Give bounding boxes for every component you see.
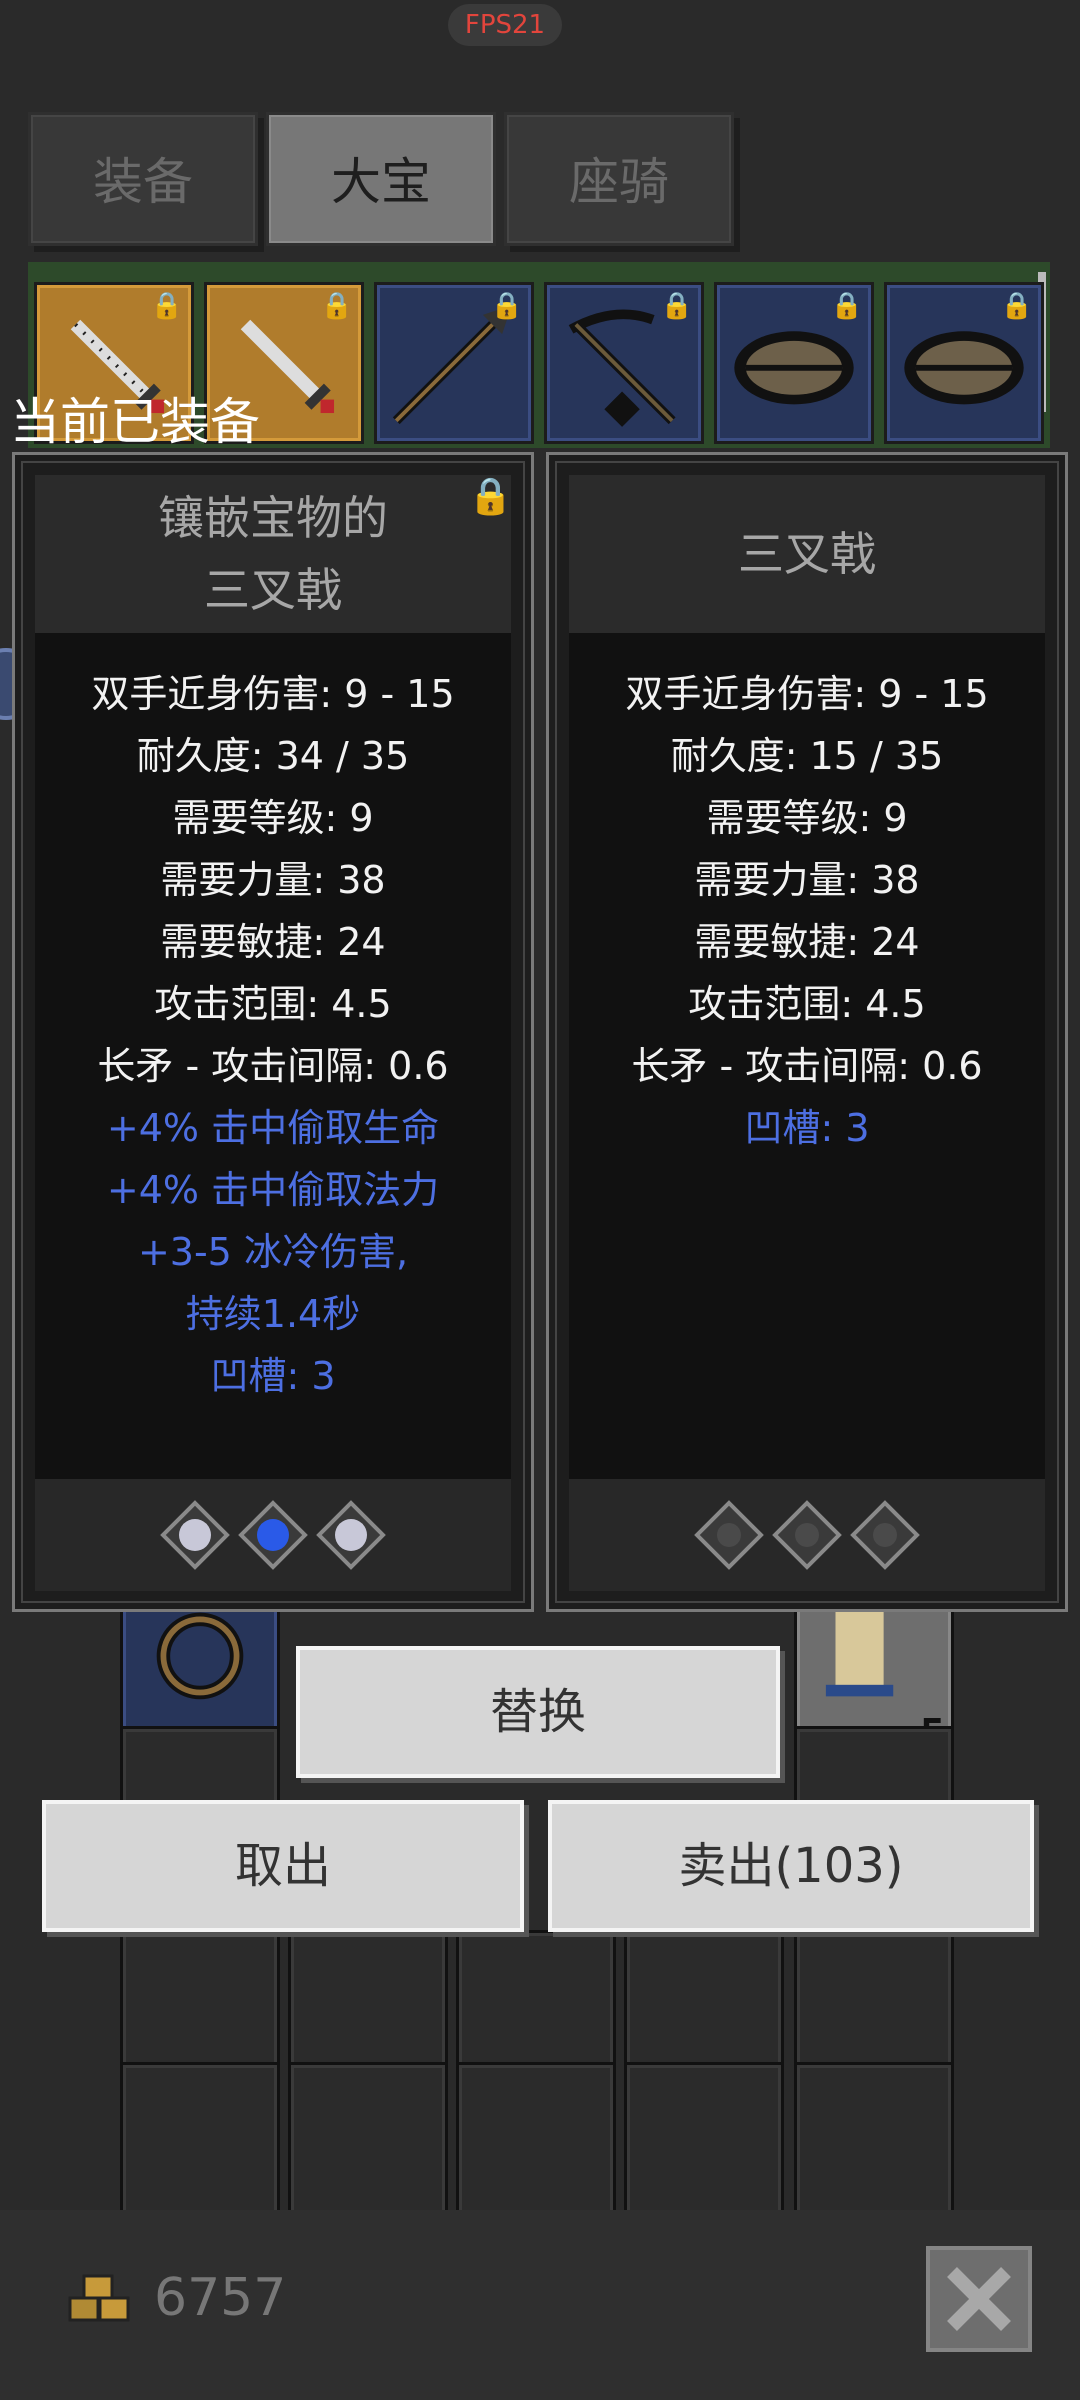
equipped-label: 当前已装备	[10, 393, 260, 451]
stat-line: 耐久度: 34 / 35	[136, 734, 410, 778]
item-title-line: 三叉戟	[204, 563, 342, 617]
stat-line: 攻击范围: 4.5	[688, 982, 926, 1026]
tab-treasure[interactable]: 大宝	[266, 112, 496, 246]
gem-sockets	[35, 1479, 511, 1591]
equipped-item-panel: 🔒 镶嵌宝物的 三叉戟 双手近身伤害: 9 - 15 耐久度: 34 / 35 需要…	[12, 452, 534, 1612]
sell-button[interactable]: 卖出(103)	[548, 1800, 1034, 1932]
inventory-slot[interactable]	[624, 2062, 784, 2222]
item-title: 三叉戟	[569, 475, 1045, 633]
empty-socket-icon[interactable]	[849, 1499, 921, 1571]
stat-line: 双手近身伤害: 9 - 15	[625, 672, 989, 716]
stat-line: 长矛 - 攻击间隔: 0.6	[631, 1044, 983, 1088]
take-out-button[interactable]: 取出	[42, 1800, 524, 1932]
stat-line: 需要敏捷: 24	[160, 920, 386, 964]
stat-line: +4% 击中偷取生命	[106, 1106, 440, 1150]
tab-equipment[interactable]: 装备	[28, 112, 258, 246]
lock-icon: 🔒	[490, 291, 523, 321]
item-title: 镶嵌宝物的 三叉戟	[35, 475, 511, 633]
stat-line: 需要等级: 9	[706, 796, 908, 840]
close-button[interactable]	[926, 2246, 1032, 2352]
gold-coins-icon	[68, 2274, 130, 2322]
skull-gem-icon[interactable]	[159, 1499, 231, 1571]
stat-line: 攻击范围: 4.5	[154, 982, 392, 1026]
lock-icon: 🔒	[1000, 291, 1033, 321]
tab-mount[interactable]: 座骑	[504, 112, 734, 246]
stat-line: +3-5 冰冷伤害,	[137, 1230, 409, 1274]
stat-line: 需要等级: 9	[172, 796, 374, 840]
equipped-slot-trident[interactable]: 🔒	[374, 282, 534, 444]
stat-line: 凹槽: 3	[744, 1106, 870, 1150]
item-stats: 双手近身伤害: 9 - 15 耐久度: 34 / 35 需要等级: 9 需要力量: 3…	[35, 633, 511, 1479]
stat-line: 需要敏捷: 24	[694, 920, 920, 964]
equipped-slot-crossbow[interactable]: 🔒	[544, 282, 704, 444]
stat-line: 需要力量: 38	[694, 858, 920, 902]
stat-line: 双手近身伤害: 9 - 15	[91, 672, 455, 716]
lock-icon[interactable]: 🔒	[468, 475, 513, 517]
inventory-slot[interactable]	[794, 2062, 954, 2222]
stat-line: 凹槽: 3	[210, 1354, 336, 1398]
lock-icon: 🔒	[830, 291, 863, 321]
lock-icon: 🔒	[150, 291, 183, 321]
gem-sockets	[569, 1479, 1045, 1591]
stat-line: 长矛 - 攻击间隔: 0.6	[97, 1044, 449, 1088]
item-stats: 双手近身伤害: 9 - 15 耐久度: 15 / 35 需要等级: 9 需要力量: 3…	[569, 633, 1045, 1479]
skull-gem-icon[interactable]	[315, 1499, 387, 1571]
stat-line: 耐久度: 15 / 35	[670, 734, 944, 778]
inventory-slot[interactable]	[120, 2062, 280, 2222]
empty-socket-icon[interactable]	[693, 1499, 765, 1571]
empty-socket-icon[interactable]	[771, 1499, 843, 1571]
lock-icon: 🔒	[660, 291, 693, 321]
sapphire-gem-icon[interactable]	[237, 1499, 309, 1571]
stat-line: 持续1.4秒	[185, 1292, 361, 1336]
replace-button[interactable]: 替换	[296, 1646, 780, 1778]
stat-line: +4% 击中偷取法力	[106, 1168, 440, 1212]
item-title-line: 镶嵌宝物的	[158, 491, 388, 545]
stat-line: 需要力量: 38	[160, 858, 386, 902]
equipped-slot-armor-2[interactable]: 🔒	[884, 282, 1044, 444]
close-icon	[947, 2267, 1011, 2331]
inventory-slot[interactable]	[288, 2062, 448, 2222]
inventory-slot[interactable]	[456, 2062, 616, 2222]
fps-counter: FPS21	[448, 4, 562, 46]
gold-amount: 6757	[154, 2268, 287, 2328]
new-item-panel: 三叉戟 双手近身伤害: 9 - 15 耐久度: 15 / 35 需要等级: 9 需要力…	[546, 452, 1068, 1612]
item-title-line: 三叉戟	[738, 527, 876, 581]
equipped-slot-armor-1[interactable]: 🔒	[714, 282, 874, 444]
lock-icon: 🔒	[320, 291, 353, 321]
